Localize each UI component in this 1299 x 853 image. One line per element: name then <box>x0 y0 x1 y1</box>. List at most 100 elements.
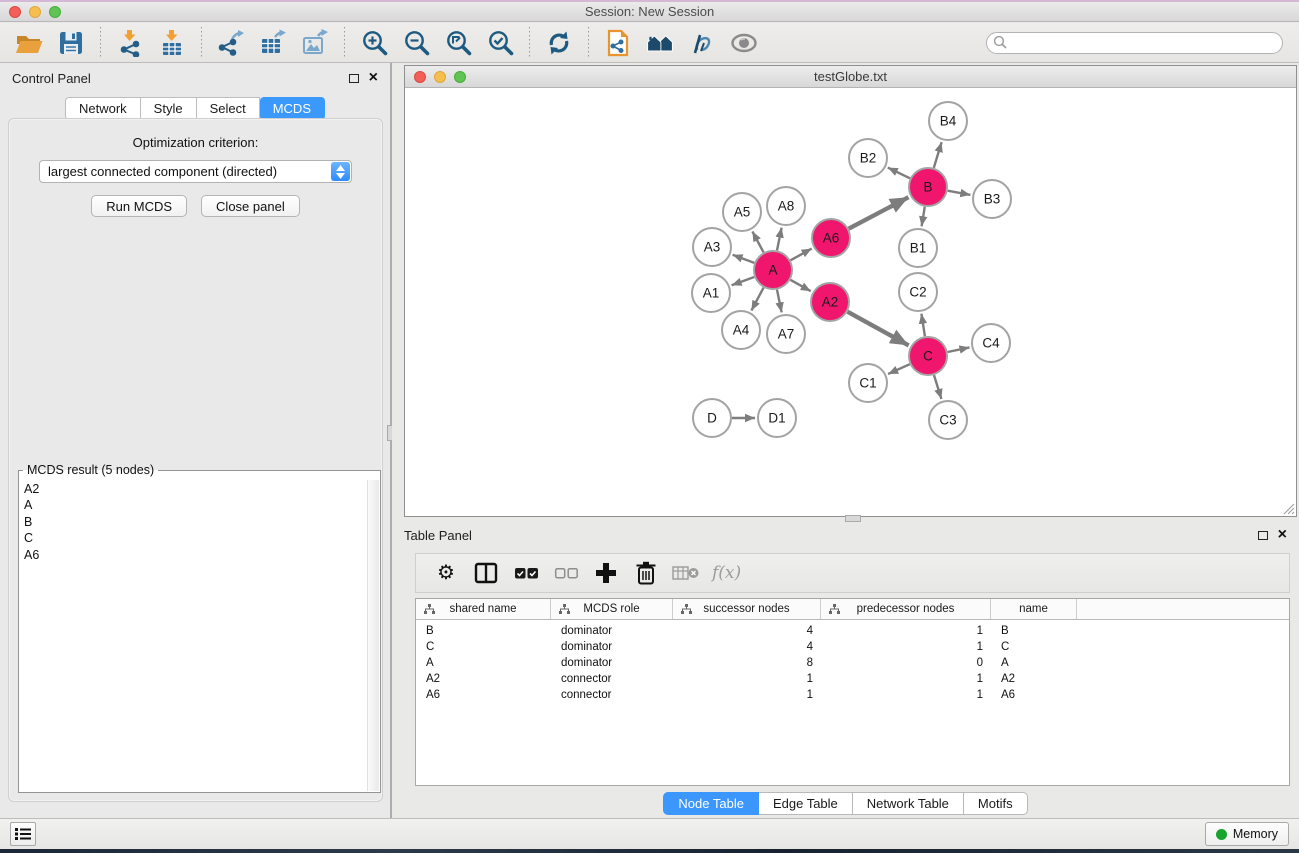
graph-node-B2[interactable]: B2 <box>849 139 887 177</box>
graph-node-C[interactable]: C <box>909 337 947 375</box>
mcds-result-item[interactable]: A <box>20 497 367 513</box>
graph-edge-C-C1[interactable] <box>888 364 910 374</box>
graph-node-B3[interactable]: B3 <box>973 180 1011 218</box>
create-network-view-icon[interactable] <box>603 28 633 58</box>
column-header-MCDS-role[interactable]: MCDS role <box>551 599 673 619</box>
graph-edge-A6-B[interactable] <box>849 197 909 229</box>
graph-node-A1[interactable]: A1 <box>692 274 730 312</box>
run-mcds-button[interactable]: Run MCDS <box>91 195 187 217</box>
column-header-name[interactable]: name <box>991 599 1077 619</box>
graph-node-B4[interactable]: B4 <box>929 102 967 140</box>
tab-node-table[interactable]: Node Table <box>663 792 759 815</box>
graph-node-A6[interactable]: A6 <box>812 219 850 257</box>
delete-table-icon[interactable] <box>671 558 701 588</box>
graph-node-B1[interactable]: B1 <box>899 229 937 267</box>
graph-edge-A-A3[interactable] <box>733 255 755 263</box>
close-panel-icon[interactable]: × <box>369 73 378 83</box>
search-field[interactable] <box>986 32 1283 54</box>
export-table-icon[interactable] <box>258 28 288 58</box>
tab-motifs[interactable]: Motifs <box>964 792 1028 815</box>
graph-node-A2[interactable]: A2 <box>811 283 849 321</box>
zoom-fit-icon[interactable] <box>443 28 473 58</box>
tab-mcds[interactable]: MCDS <box>260 97 325 120</box>
float-panel-icon[interactable] <box>349 74 359 83</box>
table-row[interactable]: A6connector11A6 <box>416 687 1289 703</box>
unselect-all-columns-icon[interactable] <box>551 558 581 588</box>
apply-layout-icon[interactable] <box>544 28 574 58</box>
mcds-result-item[interactable]: C <box>20 530 367 546</box>
table-row[interactable]: Adominator80A <box>416 655 1289 671</box>
mcds-result-item[interactable]: A2 <box>20 481 367 497</box>
graph-edge-B-B4[interactable] <box>934 142 942 168</box>
graph-node-C3[interactable]: C3 <box>929 401 967 439</box>
tab-select[interactable]: Select <box>197 97 260 120</box>
result-list-scrollbar[interactable] <box>367 480 379 791</box>
hide-labels-icon[interactable] <box>687 28 717 58</box>
close-panel-button[interactable]: Close panel <box>201 195 300 217</box>
mcds-result-item[interactable]: A6 <box>20 547 367 563</box>
save-session-icon[interactable] <box>56 28 86 58</box>
graph-edge-B-B3[interactable] <box>948 191 971 195</box>
graph-edge-A-A1[interactable] <box>732 277 755 285</box>
tab-style[interactable]: Style <box>141 97 197 120</box>
graph-node-C1[interactable]: C1 <box>849 364 887 402</box>
network-canvas[interactable]: B4 B2 B B3 A8A5 A6 A3 B1 A C2 A1 A2 A4A7 C4 C C1 D D1 C3 <box>405 88 1296 516</box>
network-window-titlebar[interactable]: testGlobe.txt <box>405 66 1296 88</box>
graph-edge-A-A2[interactable] <box>790 280 810 291</box>
export-image-icon[interactable] <box>300 28 330 58</box>
import-table-icon[interactable] <box>157 28 187 58</box>
zoom-in-icon[interactable] <box>359 28 389 58</box>
graph-edge-C-C2[interactable] <box>921 314 925 337</box>
column-header-predecessor-nodes[interactable]: predecessor nodes <box>821 599 991 619</box>
memory-button[interactable]: Memory <box>1205 822 1289 846</box>
graph-node-C2[interactable]: C2 <box>899 273 937 311</box>
graph-node-A4[interactable]: A4 <box>722 311 760 349</box>
table-row[interactable]: Cdominator41C <box>416 639 1289 655</box>
table-row[interactable]: A2connector11A2 <box>416 671 1289 687</box>
import-network-icon[interactable] <box>115 28 145 58</box>
graph-edge-C-C3[interactable] <box>934 375 941 399</box>
task-history-button[interactable] <box>10 822 36 846</box>
graph-node-A7[interactable]: A7 <box>767 315 805 353</box>
open-session-icon[interactable] <box>14 28 44 58</box>
function-builder-icon[interactable]: f(x) <box>712 563 741 583</box>
search-input[interactable] <box>1008 34 1282 52</box>
table-row[interactable]: Bdominator41B <box>416 623 1289 639</box>
graph-node-A5[interactable]: A5 <box>723 193 761 231</box>
graph-node-B[interactable]: B <box>909 168 947 206</box>
graph-edge-A-A6[interactable] <box>791 249 812 261</box>
home-icon[interactable] <box>645 28 675 58</box>
column-header-successor-nodes[interactable]: successor nodes <box>673 599 821 619</box>
float-panel-icon[interactable] <box>1258 531 1268 540</box>
graph-node-D[interactable]: D <box>693 399 731 437</box>
tab-network-table[interactable]: Network Table <box>853 792 964 815</box>
zoom-out-icon[interactable] <box>401 28 431 58</box>
criterion-dropdown[interactable]: largest connected component (directed) <box>39 160 352 183</box>
graph-node-D1[interactable]: D1 <box>758 399 796 437</box>
export-network-icon[interactable] <box>216 28 246 58</box>
zoom-selected-icon[interactable] <box>485 28 515 58</box>
graph-node-A3[interactable]: A3 <box>693 228 731 266</box>
create-column-icon[interactable] <box>591 558 621 588</box>
graph-edge-A-A5[interactable] <box>752 231 763 252</box>
graph-edge-A-A8[interactable] <box>777 228 782 251</box>
column-header-shared-name[interactable]: shared name <box>416 599 551 619</box>
tab-network[interactable]: Network <box>65 97 141 120</box>
resize-grip-icon[interactable] <box>1282 502 1295 515</box>
mcds-result-item[interactable]: B <box>20 514 367 530</box>
graph-edge-A-A4[interactable] <box>751 288 763 311</box>
close-panel-icon[interactable]: × <box>1278 530 1287 540</box>
graph-node-A8[interactable]: A8 <box>767 187 805 225</box>
select-all-columns-icon[interactable] <box>511 558 541 588</box>
graph-edge-B-B1[interactable] <box>922 207 925 227</box>
delete-columns-icon[interactable] <box>631 558 661 588</box>
graph-edge-A2-C[interactable] <box>848 312 909 346</box>
graph-node-A[interactable]: A <box>754 251 792 289</box>
show-graphics-details-icon[interactable] <box>729 28 759 58</box>
graph-edge-B-B2[interactable] <box>888 168 910 179</box>
graph-node-C4[interactable]: C4 <box>972 324 1010 362</box>
graph-edge-C-C4[interactable] <box>948 347 970 352</box>
graph-edge-A-A7[interactable] <box>777 290 782 313</box>
show-column-icon[interactable] <box>471 558 501 588</box>
tab-edge-table[interactable]: Edge Table <box>759 792 853 815</box>
